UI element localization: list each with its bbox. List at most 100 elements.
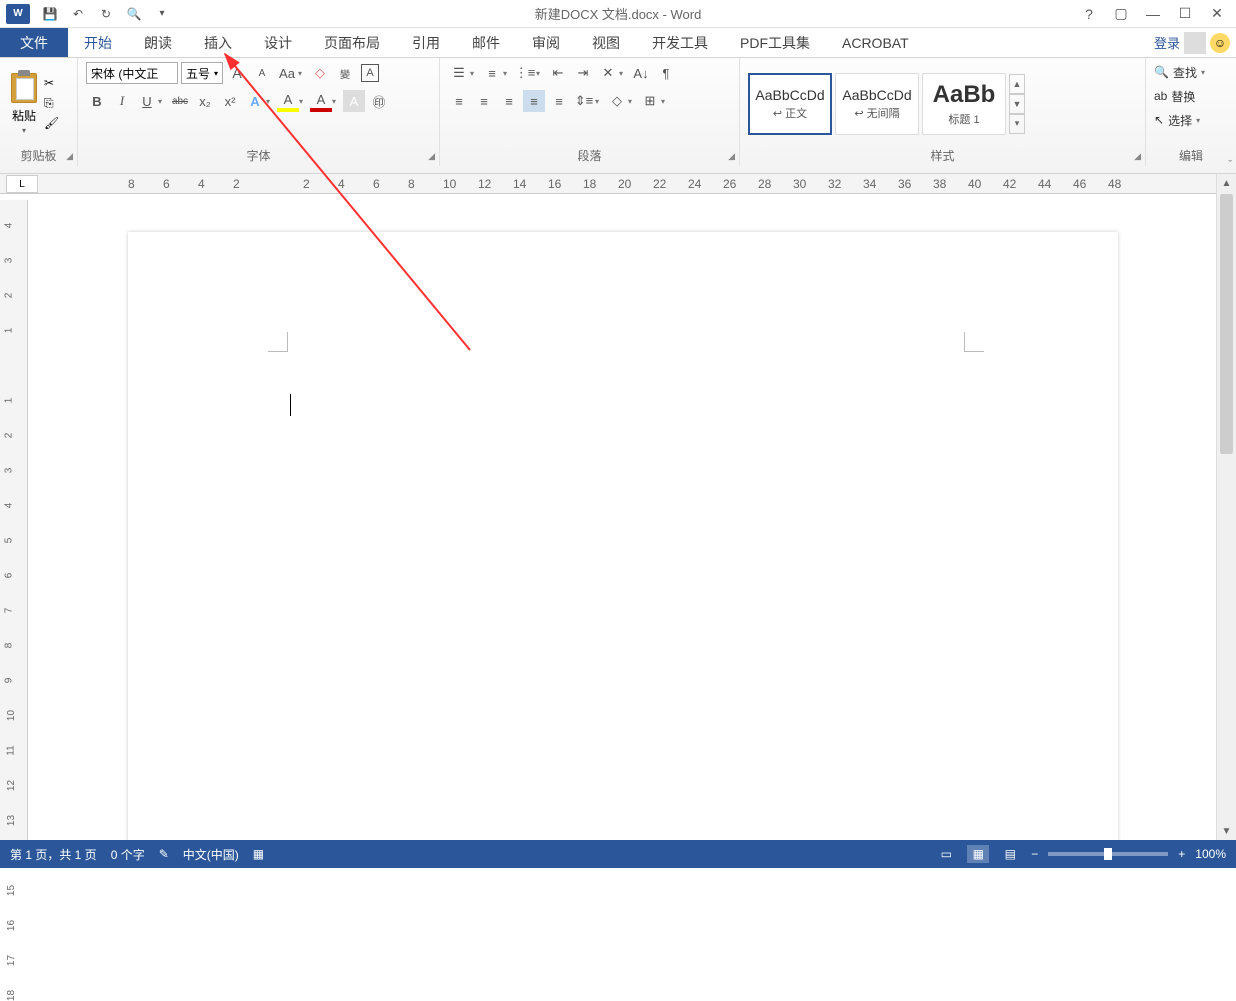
feedback-smiley-icon[interactable]: ☺: [1210, 33, 1230, 53]
word-count[interactable]: 0 个字: [111, 846, 145, 863]
distributed-button[interactable]: ≡: [548, 90, 570, 112]
scroll-thumb[interactable]: [1220, 194, 1233, 454]
align-left-button[interactable]: ≡: [448, 90, 470, 112]
font-name-selector[interactable]: 宋体 (中文正: [86, 62, 178, 84]
tab-design[interactable]: 设计: [248, 28, 308, 57]
help-button[interactable]: ?: [1076, 4, 1102, 24]
font-color-button[interactable]: A: [310, 90, 332, 112]
page-indicator[interactable]: 第 1 页，共 1 页: [10, 846, 97, 863]
tab-mailings[interactable]: 邮件: [456, 28, 516, 57]
line-spacing-button[interactable]: ⇕≡: [573, 90, 595, 112]
strikethrough-button[interactable]: abc: [169, 90, 191, 112]
user-avatar[interactable]: [1184, 32, 1206, 54]
print-preview-button[interactable]: 🔍: [124, 4, 144, 24]
zoom-level[interactable]: 100%: [1195, 847, 1226, 861]
numbering-button[interactable]: ≡: [481, 62, 503, 84]
find-button[interactable]: 🔍查找▾: [1154, 62, 1205, 82]
tab-view[interactable]: 视图: [576, 28, 636, 57]
document-area[interactable]: [28, 200, 1216, 840]
print-layout-button[interactable]: ▦: [967, 845, 989, 863]
tab-acrobat[interactable]: ACROBAT: [826, 28, 925, 57]
save-button[interactable]: 💾: [40, 4, 60, 24]
clear-format-button[interactable]: ◇: [309, 62, 331, 84]
tab-home[interactable]: 开始: [68, 28, 128, 57]
zoom-slider[interactable]: [1048, 852, 1168, 856]
page[interactable]: [128, 232, 1118, 840]
shrink-font-button[interactable]: A: [251, 62, 273, 84]
format-painter-button[interactable]: 🖌: [44, 116, 64, 132]
paste-button[interactable]: 粘贴 ▾: [8, 73, 40, 135]
select-button[interactable]: ↖选择▾: [1154, 110, 1200, 130]
tab-references[interactable]: 引用: [396, 28, 456, 57]
text-direction-button[interactable]: ✕: [597, 62, 619, 84]
undo-button[interactable]: ↶: [68, 4, 88, 24]
sort-button[interactable]: A↓: [630, 62, 652, 84]
show-marks-button[interactable]: ¶: [655, 62, 677, 84]
tab-layout[interactable]: 页面布局: [308, 28, 396, 57]
style-nospacing[interactable]: AaBbCcDd ↩ 无间隔: [835, 73, 919, 135]
replace-button[interactable]: ab替换: [1154, 86, 1195, 106]
styles-launcher[interactable]: ◢: [1134, 151, 1141, 162]
zoom-out-button[interactable]: −: [1031, 847, 1038, 861]
vruler-mark: 2: [3, 433, 14, 439]
align-center-button[interactable]: ≡: [473, 90, 495, 112]
char-border-button[interactable]: A: [359, 62, 381, 84]
close-button[interactable]: ✕: [1204, 4, 1230, 24]
macro-icon[interactable]: ▦: [253, 847, 264, 861]
qat-customize[interactable]: ▾: [152, 4, 172, 24]
italic-button[interactable]: I: [111, 90, 133, 112]
tab-selector[interactable]: L: [6, 175, 38, 193]
decrease-indent-button[interactable]: ⇤: [547, 62, 569, 84]
language-indicator[interactable]: 中文(中国): [183, 846, 239, 863]
highlight-button[interactable]: A: [277, 90, 299, 112]
align-right-button[interactable]: ≡: [498, 90, 520, 112]
vertical-ruler[interactable]: 4321123456789101112131415161718: [0, 200, 28, 840]
increase-indent-button[interactable]: ⇥: [572, 62, 594, 84]
vertical-scrollbar[interactable]: ▲ ▼: [1216, 174, 1236, 840]
phonetic-guide-button[interactable]: 變: [334, 62, 356, 84]
underline-button[interactable]: U: [136, 90, 158, 112]
tab-read[interactable]: 朗读: [128, 28, 188, 57]
change-case-button[interactable]: Aa: [276, 62, 298, 84]
subscript-button[interactable]: x₂: [194, 90, 216, 112]
ribbon-display-button[interactable]: ▢: [1108, 4, 1134, 24]
shading-button[interactable]: ◇: [606, 90, 628, 112]
char-shading-button[interactable]: A: [343, 90, 365, 112]
bold-button[interactable]: B: [86, 90, 108, 112]
redo-button[interactable]: ↻: [96, 4, 116, 24]
tab-insert[interactable]: 插入: [188, 28, 248, 57]
bullets-button[interactable]: ☰: [448, 62, 470, 84]
scroll-down-button[interactable]: ▼: [1217, 822, 1236, 840]
web-layout-button[interactable]: ▤: [999, 845, 1021, 863]
window-title: 新建DOCX 文档.docx - Word: [535, 4, 702, 23]
style-heading1[interactable]: AaBb 标题 1: [922, 73, 1006, 135]
superscript-button[interactable]: x²: [219, 90, 241, 112]
clipboard-launcher[interactable]: ◢: [66, 151, 73, 162]
tab-review[interactable]: 审阅: [516, 28, 576, 57]
read-mode-button[interactable]: ▭: [935, 845, 957, 863]
style-scroll[interactable]: ▲▼▾: [1009, 74, 1025, 134]
paragraph-launcher[interactable]: ◢: [728, 151, 735, 162]
collapse-ribbon-button[interactable]: ˇ: [1228, 159, 1232, 171]
maximize-button[interactable]: ☐: [1172, 4, 1198, 24]
horizontal-ruler[interactable]: L 86422468101214161820222426283032343638…: [0, 174, 1236, 194]
tab-pdf[interactable]: PDF工具集: [724, 28, 826, 57]
cut-button[interactable]: ✂: [44, 76, 64, 92]
text-effects-button[interactable]: A: [244, 90, 266, 112]
grow-font-button[interactable]: A: [226, 62, 248, 84]
style-normal[interactable]: AaBbCcDd ↩ 正文: [748, 73, 832, 135]
tab-developer[interactable]: 开发工具: [636, 28, 724, 57]
copy-button[interactable]: ⎘: [44, 96, 64, 112]
enclose-char-button[interactable]: ㊞: [368, 90, 390, 112]
tab-file[interactable]: 文件: [0, 28, 68, 57]
spellcheck-icon[interactable]: ✎: [159, 847, 169, 861]
zoom-in-button[interactable]: +: [1178, 847, 1185, 861]
minimize-button[interactable]: —: [1140, 4, 1166, 24]
justify-button[interactable]: ≡: [523, 90, 545, 112]
login-link[interactable]: 登录: [1154, 33, 1180, 52]
multilevel-list-button[interactable]: ⋮≡: [514, 62, 536, 84]
scroll-up-button[interactable]: ▲: [1217, 174, 1236, 192]
borders-button[interactable]: ⊞: [639, 90, 661, 112]
font-launcher[interactable]: ◢: [428, 151, 435, 162]
font-size-selector[interactable]: 五号▾: [181, 62, 223, 84]
